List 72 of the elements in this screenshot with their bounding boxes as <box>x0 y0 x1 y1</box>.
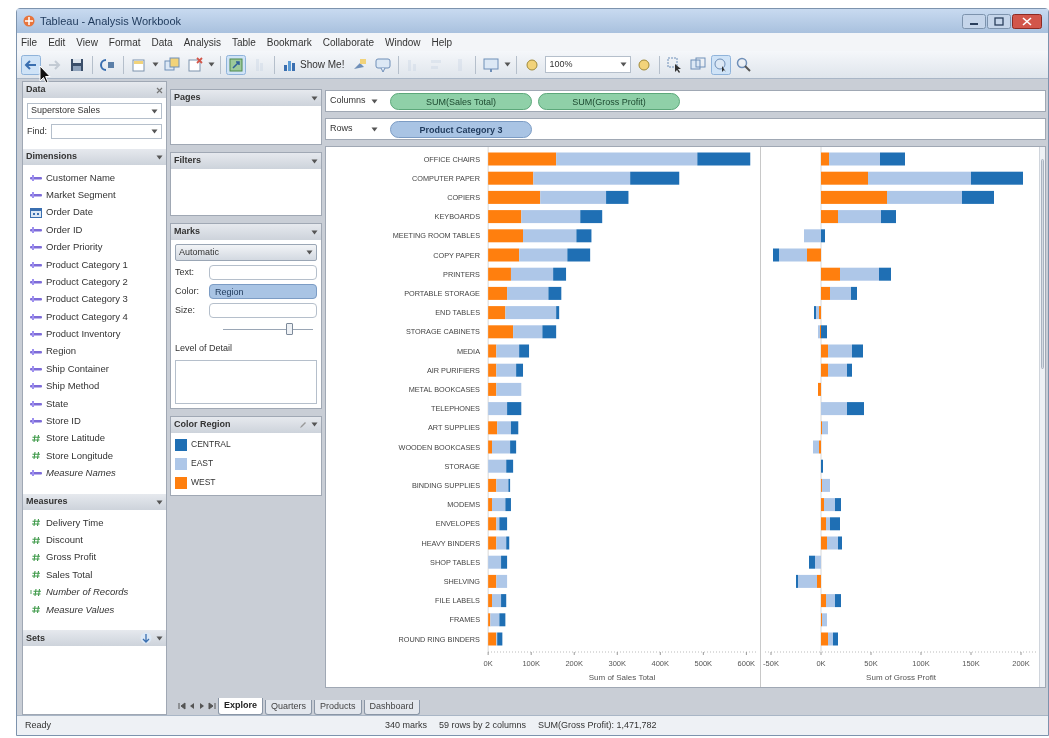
axis-title: Sum of Gross Profit <box>865 673 936 682</box>
menu-item[interactable]: Edit <box>48 34 66 50</box>
shelf-label: Rows <box>330 122 353 136</box>
field-pill[interactable]: SUM(Gross Profit) <box>538 92 680 110</box>
menu-item[interactable]: Analysis <box>183 34 221 50</box>
field-name[interactable]: Store Latitude <box>46 431 106 446</box>
field-name[interactable]: Discount <box>46 533 83 548</box>
encoding-label: Color: <box>175 284 200 298</box>
field-name[interactable]: Measure Values <box>46 602 115 617</box>
field-name[interactable]: Product Category 2 <box>46 274 128 290</box>
legend-label: EAST <box>191 457 214 470</box>
menu-item[interactable]: File <box>21 34 38 50</box>
field-name[interactable]: Product Category 1 <box>46 257 128 272</box>
sum-summary: SUM(Gross Profit): 1,471,782 <box>538 718 657 732</box>
mark-count: 340 marks <box>385 718 428 732</box>
sheet-tab[interactable]: Quarters <box>265 700 313 715</box>
zoom-dropdown[interactable]: 100% <box>545 56 632 73</box>
menu-item[interactable]: Data <box>151 34 173 50</box>
menu-item[interactable]: Bookmark <box>266 34 312 50</box>
panel-title: Sets <box>26 631 45 645</box>
legend-label: WEST <box>191 476 216 489</box>
field-pill[interactable]: Region <box>209 284 317 299</box>
menu-item[interactable]: Collaborate <box>322 34 374 50</box>
field-name[interactable]: Store ID <box>46 414 81 429</box>
status-text: Ready <box>25 718 52 732</box>
axis-title: Sum of Sales Total <box>588 673 656 682</box>
field-name[interactable]: Order Priority <box>46 240 103 255</box>
field-name[interactable]: Order Date <box>46 205 93 220</box>
row-column-count: 59 rows by 2 columns <box>439 718 527 732</box>
find-label: Find: <box>27 124 47 138</box>
detail-label: Level of Detail <box>175 342 234 355</box>
panel-title: Dimensions <box>26 150 77 164</box>
menu-item[interactable]: View <box>76 34 98 50</box>
field-pill[interactable]: SUM(Sales Total) <box>390 92 532 110</box>
panel-title: Data <box>26 83 46 97</box>
panel-title: Color Region <box>174 417 231 431</box>
field-name[interactable]: Sales Total <box>46 567 93 582</box>
field-name[interactable]: Product Category 3 <box>46 292 128 307</box>
field-name[interactable]: Ship Method <box>46 379 100 394</box>
field-name[interactable]: Measure Names <box>46 466 116 481</box>
field-name[interactable]: Order ID <box>46 222 83 237</box>
panel-title: Measures <box>26 495 68 509</box>
show-me-button[interactable]: Show Me! <box>280 54 348 75</box>
sheet-tab[interactable]: Products <box>314 700 362 715</box>
sheet-tab[interactable]: Explore <box>218 698 263 715</box>
field-name[interactable]: Store Longitude <box>46 448 114 464</box>
menu-item[interactable]: Help <box>431 34 453 50</box>
field-name[interactable]: Number of Records <box>46 585 129 600</box>
field-name[interactable]: Market Segment <box>46 187 116 203</box>
menu-item[interactable]: Window <box>385 34 421 50</box>
data-source-dropdown[interactable]: Superstore Sales <box>27 103 162 119</box>
field-name[interactable]: Gross Profit <box>46 550 97 565</box>
field-pill[interactable]: Product Category 3 <box>390 120 532 138</box>
field-name[interactable]: Customer Name <box>46 170 116 185</box>
shelf-label: Columns <box>330 94 366 108</box>
field-name[interactable]: Ship Container <box>46 361 109 377</box>
panel-title: Marks <box>174 225 200 239</box>
encoding-label: Text: <box>175 265 195 279</box>
field-name[interactable]: Region <box>46 344 77 359</box>
panel-title: Pages <box>174 91 201 105</box>
sheet-tab[interactable]: Dashboard <box>363 700 420 715</box>
field-name[interactable]: Delivery Time <box>46 515 104 530</box>
field-name[interactable]: Product Category 4 <box>46 309 128 324</box>
window-title: Tableau - Analysis Workbook <box>40 13 183 29</box>
field-name[interactable]: Product Inventory <box>46 327 121 342</box>
menu-item[interactable]: Format <box>108 34 141 50</box>
field-name[interactable]: State <box>46 396 69 411</box>
legend-label: CENTRAL <box>191 438 231 451</box>
panel-title: Filters <box>174 154 201 168</box>
mark-type-dropdown[interactable]: Automatic <box>175 244 317 261</box>
encoding-label: Size: <box>175 303 196 317</box>
menu-item[interactable]: Table <box>231 34 256 50</box>
